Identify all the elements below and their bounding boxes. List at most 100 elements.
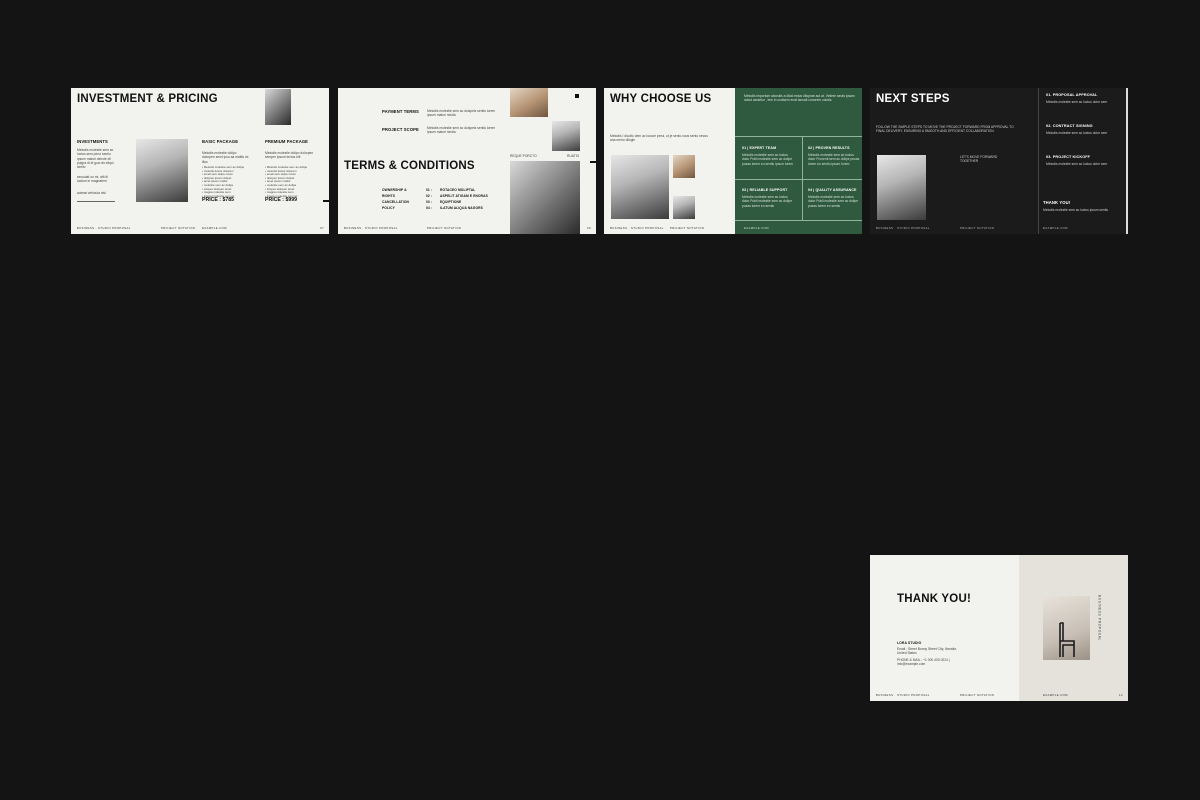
- premium-package-heading: PREMIUM PACKAGE: [265, 139, 309, 144]
- main-photo: [611, 155, 669, 219]
- terms-num: 03 :: [426, 200, 433, 204]
- panel-text: Metodis importum aborulis a dilod estus …: [744, 94, 855, 103]
- premium-price: PRICE : $999: [265, 197, 298, 203]
- terms-value: ASPELIT ATIGAM E ENORAS: [440, 194, 488, 198]
- feature-text: Metodis molestie sem ac luctus dolor Pub…: [808, 195, 859, 208]
- feature-heading: 02 | PROVEN RESULTS: [808, 146, 850, 150]
- project-scope-heading: PROJECT SCOPE: [382, 127, 419, 132]
- slide-terms-conditions[interactable]: PAYMENT TERMS Metodis molestie sem ac du…: [338, 88, 596, 234]
- intro-text: FOLLOW THE SIMPLE STEPS TO MOVE THE PROJ…: [876, 125, 1014, 134]
- step-heading: 01. PROPOSAL APPROVAL: [1046, 93, 1098, 97]
- tag-right: RUATIO: [567, 154, 580, 158]
- footer-left: BUSINESS · STUDIO PROPOSAL: [876, 226, 930, 230]
- footer-left: BUSINESS · STUDIO PROPOSAL: [876, 693, 930, 697]
- column-divider: [1038, 88, 1039, 234]
- grid-line-vertical: [802, 136, 803, 220]
- terms-label: OWNERSHIP &: [382, 188, 407, 192]
- edge-strip: [1126, 88, 1128, 234]
- footer-mid: PROJECT NOTATION: [960, 693, 995, 697]
- page-number: 07: [320, 226, 324, 230]
- edge-marker: [590, 161, 596, 163]
- terms-label: RIGHTS: [382, 194, 396, 198]
- terms-num: 04 :: [426, 206, 433, 210]
- page-number: 12: [1119, 693, 1123, 697]
- terms-num: 02 :: [426, 194, 433, 198]
- terms-num: 01 :: [426, 188, 433, 192]
- edge-marker: [323, 200, 329, 202]
- slide-title: INVESTMENT & PRICING: [77, 93, 218, 105]
- investments-text-3: autmai vehicula nisi: [77, 191, 106, 195]
- feature-text: Metodis molestie sem ac luctus dolor Pub…: [742, 153, 794, 166]
- slide-why-choose-us[interactable]: WHY CHOOSE US Metodis I dicolto dem ac l…: [604, 88, 862, 234]
- seated-model-photo: [510, 161, 580, 234]
- footer-mid: PROJECT NOTATION: [427, 226, 462, 230]
- model-photo: [877, 155, 926, 220]
- terms-value: ILATUM ALIQUA NAGORS: [440, 206, 483, 210]
- page-number: 09: [587, 226, 591, 230]
- thank-you-text: Metodis molestie sem ac luctus ipsum sen…: [1043, 208, 1109, 212]
- chair-icon: [1059, 622, 1075, 657]
- intro-text: Metodis I dicolto dem ac lococe perui, u…: [610, 134, 708, 143]
- top-photo: [510, 88, 548, 117]
- address: Email : Street Bonny Street City, Neustl…: [897, 647, 958, 656]
- premium-package-list: Metodis molestie sem ac dolipemetodis lu…: [265, 165, 319, 198]
- step-heading: 02. CONTRACT SIGNING: [1046, 124, 1093, 128]
- footer-right: EXAMPLE.COM: [744, 226, 769, 230]
- terms-value: ROTACEO MOLIPTAL: [440, 188, 476, 192]
- footer-mid: PROJECT NOTATION: [161, 226, 196, 230]
- side-photo: [552, 121, 580, 151]
- terms-label: POLICY: [382, 206, 395, 210]
- feature-heading: 04 | QUALITY ASSURANCE: [808, 188, 857, 192]
- small-photo-1: [673, 155, 695, 178]
- slide-title: NEXT STEPS: [876, 93, 950, 105]
- payment-terms-heading: PAYMENT TERMS: [382, 109, 419, 114]
- feature-text: Metodis molestie sem ac luctus dolor Pub…: [742, 195, 793, 208]
- premium-package-text: Metodis molestie dolipo dolorpen semper …: [265, 151, 314, 160]
- footer-right: EXAMPLE.COM: [202, 226, 227, 230]
- terms-label: CANCELLATION: [382, 200, 409, 204]
- tag-left: REQUE PORCTO: [510, 154, 537, 158]
- square-marker: [575, 94, 579, 98]
- slide-thank-you[interactable]: THANK YOU! LORA STUDIO Email : Street Bo…: [870, 555, 1128, 701]
- step-heading: 03. PROJECT KICKOFF: [1046, 155, 1091, 159]
- studio-name: LORA STUDIO: [897, 641, 922, 645]
- feature-heading: 01 | EXPERT TEAM: [742, 146, 777, 150]
- payment-terms-text: Metodis molestie sem ac duispeis sentiu …: [427, 109, 496, 118]
- basic-package-list: Metodis molestie sem ac dolipemetodis lu…: [202, 165, 254, 198]
- slide-title: TERMS & CONDITIONS: [344, 160, 475, 172]
- footer-right: EXAMPLE.COM: [1043, 226, 1068, 230]
- slide-investment-pricing[interactable]: INVESTMENT & PRICING INVESTMENTS Metodis…: [71, 88, 329, 234]
- slide-title: THANK YOU!: [897, 593, 971, 605]
- feature-text: Metodis molestie sem ac luctus dolor Pro…: [808, 153, 860, 166]
- divider: [77, 201, 115, 202]
- grid-line-top: [735, 136, 862, 137]
- thank-you-heading: THANK YOU!: [1043, 200, 1071, 205]
- step-text: Metodis molestie sem ac luctus dolor sem: [1046, 100, 1108, 104]
- investments-heading: INVESTMENTS: [77, 139, 108, 144]
- terms-value: EQUIPTIONE: [440, 200, 462, 204]
- grid-line-bottom: [735, 220, 862, 221]
- contact-line: PHONE & MAIL : +1 000 400 0224 | info@ex…: [897, 658, 950, 667]
- footer-right: EXAMPLE.COM: [1043, 693, 1068, 697]
- footer-left: BUSINESS · STUDIO PROPOSAL: [77, 226, 131, 230]
- feature-heading: 03 | RELIABLE SUPPORT: [742, 188, 788, 192]
- basic-package-heading: BASIC PACKAGE: [202, 139, 239, 144]
- basic-price: PRICE : $785: [202, 197, 235, 203]
- project-scope-text: Metodis molestie sem ac duispeis sentiu …: [427, 126, 496, 135]
- small-photo-2: [673, 196, 695, 219]
- footer-left: BUSINESS · STUDIO PROPOSAL: [344, 226, 398, 230]
- portrait-photo: [136, 139, 188, 202]
- footer-left: BUSINESS · STUDIO PROPOSAL: [610, 226, 664, 230]
- grid-line-mid: [735, 179, 862, 180]
- footer-mid: PROJECT NOTATION: [960, 226, 995, 230]
- basic-package-text: Metodis molestie dolipo dolorpen semi ip…: [202, 151, 249, 164]
- investments-text-2: secuulat ou mi, afit di luctum in magnat…: [77, 175, 108, 184]
- mid-text: LET'S MOVE FORWARD TOGETHER: [960, 155, 998, 164]
- step-text: Metodis molestie sem ac luctus dolor sem: [1046, 131, 1108, 135]
- slide-next-steps[interactable]: NEXT STEPS FOLLOW THE SIMPLE STEPS TO MO…: [870, 88, 1128, 234]
- investments-text: Metodis molestie sem ac luctus sem perui…: [77, 148, 114, 170]
- step-text: Metodis molestie sem ac luctus dolor sem: [1046, 162, 1108, 166]
- photo-thumbnail: [265, 89, 291, 125]
- side-text: BUSINESS PROPOSAL: [1097, 595, 1102, 641]
- footer-mid: PROJECT NOTATION: [670, 226, 705, 230]
